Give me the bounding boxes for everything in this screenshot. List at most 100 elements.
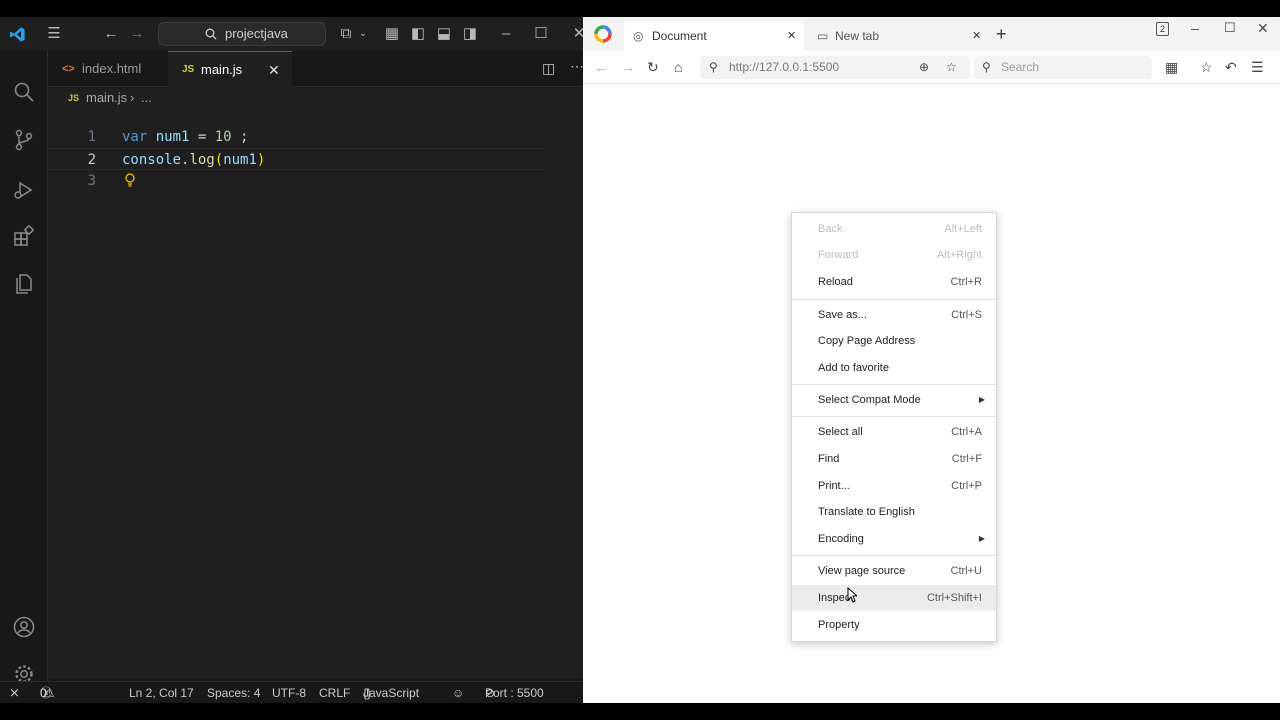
breadcrumb-file[interactable]: main.js <box>86 87 127 109</box>
menu-item-view-page-source[interactable]: View page source Ctrl+U <box>792 558 996 584</box>
browser-tab-document[interactable]: ◎ Document ✕ <box>624 22 804 51</box>
tab-label: index.html <box>82 61 142 76</box>
submenu-arrow-icon: ▶ <box>978 534 985 543</box>
end-of-line[interactable]: CRLF <box>319 682 350 703</box>
search-box-text: projectjava <box>225 26 288 41</box>
favorite-star-icon[interactable]: ☆ <box>946 56 957 79</box>
back-arrow-icon[interactable]: ← <box>594 59 608 75</box>
split-editor-icon[interactable]: ◫ <box>542 60 555 77</box>
close-window-icon[interactable]: ✕ <box>1257 20 1269 37</box>
browser-tab-bar: ◎ Document ✕ ▭ New tab ✕ + 2 – ☐ ✕ <box>583 17 1280 51</box>
copilot-status-icon[interactable]: ☺ <box>452 682 464 703</box>
indentation[interactable]: Spaces: 4 <box>207 682 260 703</box>
more-actions-icon[interactable]: ⋯ <box>570 58 583 75</box>
menu-item-reload[interactable]: Reload Ctrl+R <box>792 269 996 295</box>
status-bar: ⨯ ⓧ 0 ⚠ 0 Ln 2, Col 17 Spaces: 4 UTF-8 C… <box>0 681 583 703</box>
search-box[interactable]: ⚲ Search <box>974 56 1152 79</box>
toggle-panel-icon[interactable]: ⬓ <box>435 25 453 43</box>
menu-item-translate[interactable]: Translate to English <box>792 499 996 525</box>
address-bar[interactable]: ⚲ http://127.0.0.1:5500 ⊕ ☆ <box>700 56 970 79</box>
menu-item-encoding[interactable]: Encoding ▶ <box>792 526 996 552</box>
breadcrumb: JS main.js › ... <box>48 87 583 109</box>
reload-icon[interactable]: ↻ <box>647 59 659 75</box>
close-tab-icon[interactable]: ✕ <box>972 22 981 51</box>
menu-item-save-as[interactable]: Save as... Ctrl+S <box>792 302 996 328</box>
close-tab-icon[interactable]: ✕ <box>787 22 796 51</box>
menu-item-print[interactable]: Print... Ctrl+P <box>792 473 996 499</box>
back-arrow-icon[interactable]: ← <box>102 25 120 43</box>
chevron-right-icon: › <box>130 90 135 105</box>
home-icon[interactable]: ⌂ <box>674 59 682 75</box>
tab-label: main.js <box>201 62 243 77</box>
code-line-current: 2 console.log(num1) <box>48 148 545 170</box>
menu-item-copy-page-address[interactable]: Copy Page Address <box>792 328 996 354</box>
minimize-icon[interactable]: – <box>497 25 515 43</box>
maximize-icon[interactable]: ☐ <box>532 25 550 43</box>
maximize-icon[interactable]: ☐ <box>1224 20 1236 36</box>
apps-grid-icon[interactable]: ▦ <box>1165 59 1178 75</box>
menu-icon[interactable]: ☰ <box>1251 59 1264 75</box>
search-placeholder: Search <box>1001 60 1040 74</box>
menu-item-find[interactable]: Find Ctrl+F <box>792 446 996 472</box>
menu-item-select-compat-mode[interactable]: Select Compat Mode ▶ <box>792 387 996 413</box>
globe-icon: ◎ <box>633 29 644 43</box>
hamburger-menu-icon[interactable]: ☰ <box>45 25 63 43</box>
breadcrumb-symbols[interactable]: ... <box>141 87 152 109</box>
menu-item-property[interactable]: Property <box>792 612 996 638</box>
tab-count-badge[interactable]: 2 <box>1156 22 1169 36</box>
search-icon[interactable] <box>12 80 36 104</box>
menu-separator <box>792 555 996 556</box>
menu-item-back[interactable]: Back Alt+Left <box>792 216 996 242</box>
menu-item-forward[interactable]: Forward Alt+Right <box>792 242 996 268</box>
context-menu: Back Alt+Left Forward Alt+Right Reload Ctrl… <box>791 212 997 642</box>
extensions-icon[interactable] <box>12 224 36 248</box>
favorites-list-icon[interactable]: ☆ <box>1200 59 1213 75</box>
toggle-primary-sidebar-icon[interactable]: ◧ <box>409 25 427 43</box>
toggle-secondary-sidebar-icon[interactable]: ◨ <box>461 25 479 43</box>
tab-label: Document <box>652 29 707 43</box>
menu-item-add-to-favorite[interactable]: Add to favorite <box>792 355 996 381</box>
browser-tab-new[interactable]: ▭ New tab ✕ <box>809 22 989 51</box>
customize-layout-icon[interactable]: ▦ <box>383 25 401 43</box>
address-text: http://127.0.0.1:5500 <box>729 60 840 74</box>
line-number: 3 <box>87 173 96 189</box>
js-file-icon: JS <box>68 93 80 103</box>
menu-item-inspect[interactable]: Inspect Ctrl+Shift+I <box>792 585 996 611</box>
source-control-icon[interactable] <box>12 128 36 152</box>
close-window-icon[interactable]: ✕ <box>570 25 583 43</box>
remote-icon[interactable]: ⨯ <box>9 682 20 703</box>
forward-arrow-icon[interactable]: → <box>621 59 635 75</box>
run-debug-icon[interactable] <box>12 178 36 202</box>
code-line: 3 <box>48 170 548 192</box>
command-search-box[interactable]: projectjava <box>158 22 326 46</box>
file-encoding[interactable]: UTF-8 <box>272 682 306 703</box>
submenu-arrow-icon: ▶ <box>978 395 985 404</box>
minimize-icon[interactable]: – <box>1191 20 1199 36</box>
vscode-window: ☰ ← → projectjava ⧉ ⌄ ▦ ◧ ⬓ ◨ – ☐ ✕ <> i… <box>0 17 583 703</box>
search-icon: ⚲ <box>709 60 718 74</box>
js-file-icon: JS <box>182 64 195 75</box>
new-tab-plus-icon[interactable]: + <box>996 24 1007 45</box>
tab-main-js[interactable]: JS main.js ✕ <box>168 51 292 87</box>
lightbulb-icon[interactable] <box>124 173 136 187</box>
html-file-icon: <> <box>62 63 75 75</box>
explorer-files-icon[interactable] <box>12 272 36 296</box>
copilot-icon[interactable]: ⧉ <box>337 25 355 43</box>
search-icon <box>205 23 217 47</box>
search-icon: ⚲ <box>982 60 991 74</box>
mouse-pointer-icon <box>847 587 857 603</box>
close-tab-icon[interactable]: ✕ <box>268 52 280 88</box>
account-icon[interactable] <box>12 615 36 639</box>
menu-separator <box>792 299 996 300</box>
code-editor[interactable]: 1 var num1 = 10 ; 2 console.log(num1) 3 <box>48 109 583 679</box>
chevron-down-icon[interactable]: ⌄ <box>354 25 372 43</box>
tab-index-html[interactable]: <> index.html <box>48 51 168 87</box>
editor-tabs: <> index.html JS main.js ✕ ◫ ⋯ <box>48 51 583 87</box>
menu-item-select-all[interactable]: Select all Ctrl+A <box>792 419 996 445</box>
forward-arrow-icon[interactable]: → <box>128 25 146 43</box>
cursor-position[interactable]: Ln 2, Col 17 <box>129 682 194 703</box>
undo-icon[interactable]: ↶ <box>1225 59 1237 75</box>
activity-bar <box>0 51 48 683</box>
zoom-icon[interactable]: ⊕ <box>919 56 929 79</box>
line-number: 2 <box>87 152 96 168</box>
